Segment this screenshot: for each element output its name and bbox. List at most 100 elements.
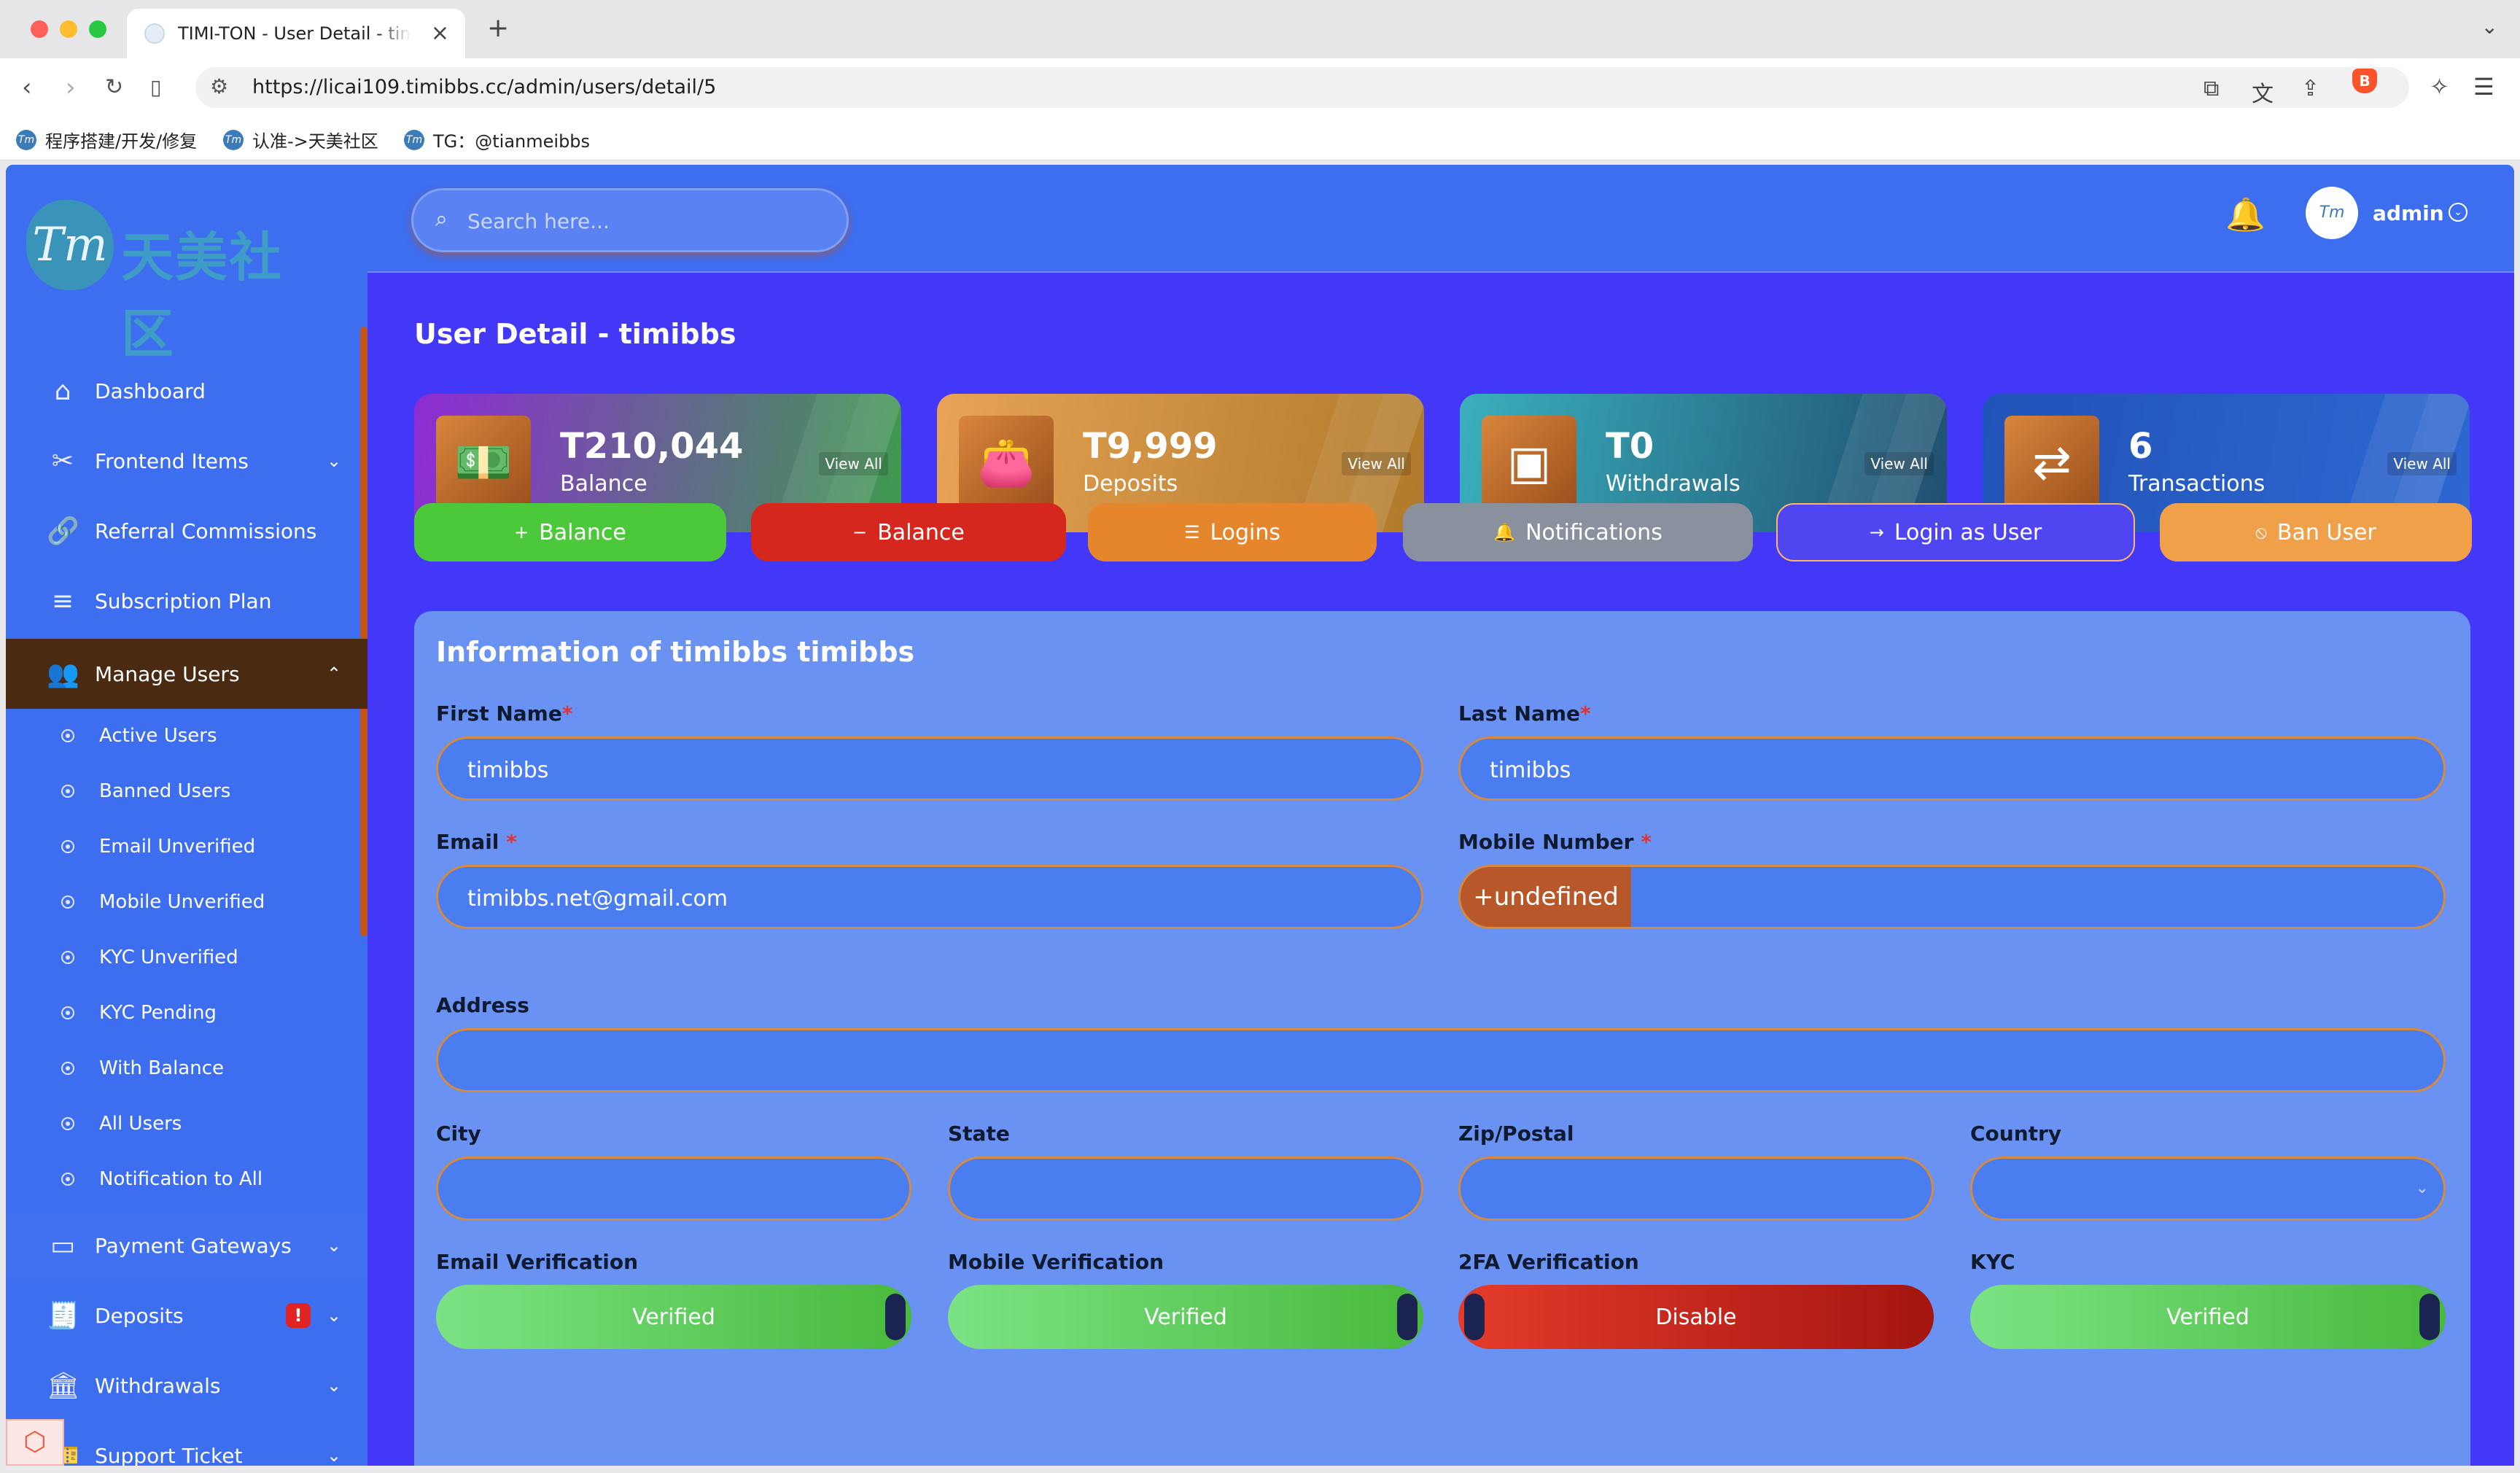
site-settings-icon[interactable]: ⚙ <box>210 74 228 98</box>
state-field[interactable] <box>948 1157 1423 1221</box>
kyc-label: KYC <box>1970 1250 2015 1274</box>
email-field[interactable]: timibbs.net@gmail.com <box>436 865 1423 929</box>
toggle-knob <box>885 1294 906 1340</box>
notifications-button[interactable]: 🔔 Notifications <box>1403 503 1753 561</box>
chevron-down-icon[interactable]: ⌄ <box>2449 203 2468 222</box>
debugbar-icon[interactable]: ⬡ <box>6 1419 64 1466</box>
chevron-down-icon: ⌄ <box>327 1305 342 1326</box>
reload-icon[interactable]: ↻ <box>105 73 123 102</box>
add-balance-button[interactable]: + Balance <box>414 503 726 561</box>
receipt-icon: 🧾 <box>47 1301 79 1331</box>
browser-tab[interactable]: TIMI-TON - User Detail - timibbs × <box>127 9 465 58</box>
country-select[interactable]: ⌄ <box>1970 1157 2446 1221</box>
admin-name[interactable]: admin <box>2373 201 2444 225</box>
tab-favicon-icon <box>144 23 165 44</box>
email-verification-toggle[interactable]: Verified <box>436 1285 911 1349</box>
sidebar-item-payment-gateways[interactable]: ▭ Payment Gateways ⌄ <box>6 1210 368 1280</box>
search-input[interactable] <box>467 201 832 241</box>
view-all-link[interactable]: View All <box>1342 452 1411 475</box>
avatar[interactable]: Tm <box>2306 187 2358 239</box>
sidebar-subitem-kyc-unverified[interactable]: KYC Unverified <box>6 930 368 986</box>
open-external-icon[interactable]: ⧉ <box>2204 76 2219 101</box>
bookmark-item[interactable]: Tm 程序搭建/开发/修复 <box>16 127 197 152</box>
menu-icon[interactable]: ☰ <box>2473 73 2494 101</box>
bookmark-item[interactable]: Tm TG：@tianmeibbs <box>404 127 590 152</box>
new-tab-button[interactable]: + <box>487 13 509 43</box>
sidebar-subitem-label: Email Unverified <box>99 836 256 858</box>
sidebar-item-dashboard[interactable]: ⌂ Dashboard <box>6 356 368 426</box>
sidebar-item-frontend-items[interactable]: ✂ Frontend Items ⌄ <box>6 426 368 496</box>
back-icon[interactable]: ‹ <box>22 73 32 102</box>
logins-button[interactable]: ☰ Logins <box>1088 503 1377 561</box>
sidebar-item-manage-users[interactable]: 👥 Manage Users ⌃ <box>6 639 368 709</box>
bookmarks-bar: Tm 程序搭建/开发/修复 Tm 认准->天美社区 Tm TG：@tianmei… <box>0 117 2520 160</box>
login-as-user-button[interactable]: → Login as User <box>1776 503 2135 561</box>
bullet-icon <box>61 1062 74 1075</box>
logo[interactable]: Tm 天美社区 <box>26 200 332 365</box>
bookmark-icon[interactable]: ▯ <box>150 73 161 102</box>
bullet-icon <box>61 785 74 798</box>
sidebar-subitem-notification-to-all[interactable]: Notification to All <box>6 1152 368 1208</box>
2fa-verification-toggle[interactable]: Disable <box>1458 1285 1934 1349</box>
view-all-link[interactable]: View All <box>2387 452 2457 475</box>
view-all-link[interactable]: View All <box>1864 452 1934 475</box>
logo-mark: Tm <box>26 200 114 290</box>
money-icon: 💵 <box>436 416 531 510</box>
city-field[interactable] <box>436 1157 911 1221</box>
last-name-field[interactable]: timibbs <box>1458 736 2446 801</box>
sidebar-subitem-banned-users[interactable]: Banned Users <box>6 764 368 820</box>
sidebar-subitem-with-balance[interactable]: With Balance <box>6 1041 368 1097</box>
zip-field[interactable] <box>1458 1157 1934 1221</box>
sidebar-subitem-active-users[interactable]: Active Users <box>6 709 368 764</box>
sidebar-item-subscription-plan[interactable]: ≡ Subscription Plan <box>6 566 368 636</box>
stat-value: T0 <box>1606 426 1654 467</box>
search-box[interactable]: ⌕ <box>411 188 849 252</box>
sidebar-subitem-email-unverified[interactable]: Email Unverified <box>6 820 368 875</box>
kyc-toggle[interactable]: Verified <box>1970 1285 2446 1349</box>
mobile-verification-toggle[interactable]: Verified <box>948 1285 1423 1349</box>
toggle-state: Verified <box>2166 1304 2249 1330</box>
sidebar-subitem-label: KYC Unverified <box>99 947 238 968</box>
translate-icon[interactable]: 文 <box>2252 76 2274 108</box>
bookmark-favicon-icon: Tm <box>223 129 244 150</box>
brave-shield-icon[interactable]: B <box>2352 69 2377 93</box>
tab-list-chevron-icon[interactable]: ⌄ <box>2481 15 2498 39</box>
bell-icon[interactable]: 🔔 <box>2225 195 2266 233</box>
ban-icon: ⦸ <box>2255 522 2267 543</box>
sidebar-subitem-kyc-pending[interactable]: KYC Pending <box>6 986 368 1041</box>
window-minimize-button[interactable] <box>60 20 77 38</box>
email-value: timibbs.net@gmail.com <box>467 886 728 912</box>
leo-ai-icon[interactable]: ✧ <box>2430 73 2449 101</box>
url-field[interactable]: ⚙ https://licai109.timibbs.cc/admin/user… <box>195 67 2409 108</box>
main-content: User Detail - timibbs 💵 T210,044 Balance… <box>368 273 2514 1466</box>
sidebar-item-withdrawals[interactable]: 🏛 Withdrawals ⌄ <box>6 1350 368 1420</box>
ban-user-button[interactable]: ⦸ Ban User <box>2160 503 2472 561</box>
sidebar-item-label: Manage Users <box>95 661 240 686</box>
sidebar-item-label: Deposits <box>95 1303 184 1328</box>
sidebar-subitem-all-users[interactable]: All Users <box>6 1097 368 1152</box>
sidebar-item-referral-commissions[interactable]: 🔗 Referral Commissions <box>6 496 368 566</box>
address-field[interactable] <box>436 1028 2446 1092</box>
tab-close-icon[interactable]: × <box>431 20 449 46</box>
bookmark-label: 程序搭建/开发/修复 <box>45 131 198 152</box>
bullet-icon <box>61 951 74 964</box>
sidebar-subitem-label: With Balance <box>99 1057 224 1079</box>
sidebar-item-deposits[interactable]: 🧾 Deposits ! ⌄ <box>6 1280 368 1350</box>
address-label: Address <box>436 993 529 1017</box>
sidebar-subitem-label: Mobile Unverified <box>99 891 265 913</box>
sidebar-subitem-mobile-unverified[interactable]: Mobile Unverified <box>6 875 368 930</box>
first-name-field[interactable]: timibbs <box>436 736 1423 801</box>
bookmark-item[interactable]: Tm 认准->天美社区 <box>223 127 378 152</box>
subtract-balance-button[interactable]: − Balance <box>751 503 1066 561</box>
view-all-link[interactable]: View All <box>819 452 888 475</box>
bullet-icon <box>61 1117 74 1130</box>
mobile-field[interactable]: +undefined <box>1458 865 2446 929</box>
forward-icon[interactable]: › <box>66 73 76 102</box>
sidebar-item-label: Subscription Plan <box>95 588 272 613</box>
share-icon[interactable]: ⇪ <box>2301 76 2319 101</box>
stat-label: Balance <box>560 471 648 497</box>
window-close-button[interactable] <box>31 20 48 38</box>
sidebar-item-label: Withdrawals <box>95 1373 221 1398</box>
sidebar-item-label: Frontend Items <box>95 448 249 473</box>
window-maximize-button[interactable] <box>89 20 106 38</box>
